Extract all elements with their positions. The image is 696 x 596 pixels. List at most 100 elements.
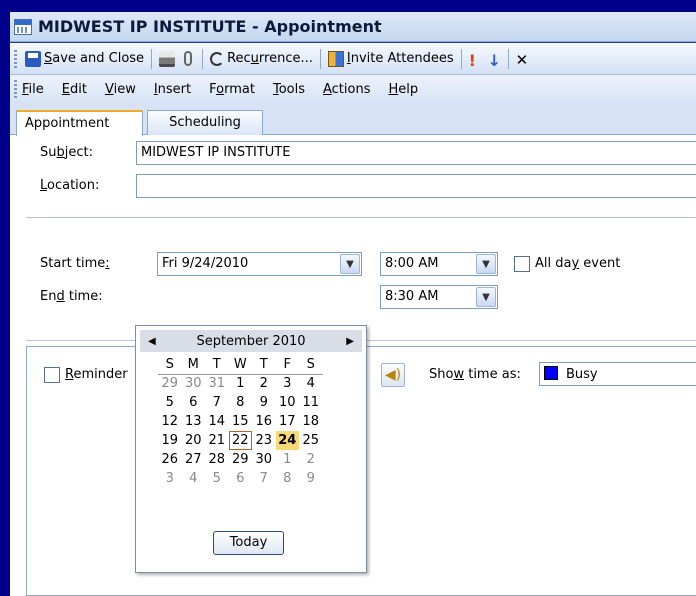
- calendar-day[interactable]: 5: [158, 393, 182, 412]
- calendar-day[interactable]: 26: [158, 450, 182, 469]
- menu-tools[interactable]: Tools: [273, 82, 305, 97]
- start-time-label: Start time:: [40, 256, 110, 271]
- end-time-dropdown-button[interactable]: ▼: [476, 287, 496, 307]
- calendar-week-row: 5 6 7 8 9 10 11: [158, 393, 323, 412]
- calendar-day[interactable]: 22: [228, 431, 252, 450]
- invite-attendees-icon: [327, 50, 344, 67]
- calendar-day[interactable]: 23: [252, 431, 276, 450]
- calendar-day[interactable]: 5: [205, 469, 229, 488]
- calendar-day[interactable]: 16: [252, 412, 276, 431]
- end-time-picker[interactable]: 8:30 AM ▼: [380, 285, 498, 309]
- calendar-day[interactable]: 30: [252, 450, 276, 469]
- menu-view[interactable]: View: [105, 82, 136, 97]
- calendar-day[interactable]: 10: [276, 393, 300, 412]
- start-time-picker[interactable]: 8:00 AM ▼: [380, 252, 498, 276]
- calendar-day[interactable]: 20: [182, 431, 206, 450]
- calendar-day[interactable]: 12: [158, 412, 182, 431]
- delete-button[interactable]: ✕: [513, 47, 532, 71]
- calendar-day[interactable]: 29: [158, 374, 182, 393]
- calendar-day[interactable]: 1: [276, 450, 300, 469]
- calendar-day[interactable]: 17: [276, 412, 300, 431]
- tab-scheduling[interactable]: Scheduling: [147, 110, 263, 135]
- weekday-header: W: [233, 357, 247, 373]
- calendar-day[interactable]: 8: [276, 469, 300, 488]
- save-icon: [25, 50, 41, 67]
- calendar-day[interactable]: 29: [229, 450, 253, 469]
- tab-strip: Appointment Scheduling: [10, 103, 696, 136]
- start-time-dropdown-button[interactable]: ▼: [476, 254, 496, 274]
- menu-actions[interactable]: Actions: [323, 82, 371, 97]
- location-field[interactable]: [136, 174, 696, 198]
- start-date-dropdown-button[interactable]: ▼: [340, 254, 360, 274]
- calendar-day[interactable]: 13: [182, 412, 206, 431]
- paperclip-icon: [184, 51, 193, 66]
- low-importance-button[interactable]: ↓: [485, 47, 504, 71]
- calendar-week-row: 26 27 28 29 30 1 2: [158, 450, 323, 469]
- calendar-day[interactable]: 28: [205, 450, 229, 469]
- calendar-day[interactable]: 6: [182, 393, 206, 412]
- calendar-day[interactable]: 2: [299, 450, 323, 469]
- chevron-down-icon: ▼: [482, 291, 490, 303]
- calendar-week-row: 12 13 14 15 16 17 18: [158, 412, 323, 431]
- today-button[interactable]: Today: [213, 531, 284, 555]
- toolbar-separator: [151, 48, 153, 69]
- calendar-day[interactable]: 6: [229, 469, 253, 488]
- calendar-day[interactable]: 21: [205, 431, 229, 450]
- menu-help[interactable]: Help: [388, 82, 418, 97]
- menu-insert[interactable]: Insert: [154, 82, 191, 97]
- calendar-day[interactable]: 18: [299, 412, 323, 431]
- toolbar-separator: [507, 48, 509, 69]
- invite-attendees-button[interactable]: Invite Attendees: [325, 47, 457, 71]
- start-date-picker[interactable]: Fri 9/24/2010 ▼: [157, 252, 362, 276]
- chevron-down-icon: ▼: [482, 258, 490, 270]
- subject-label: Subject:: [40, 145, 93, 160]
- next-month-icon[interactable]: ▶: [346, 336, 354, 347]
- print-button[interactable]: [156, 47, 181, 71]
- calendar-day[interactable]: 8: [229, 393, 253, 412]
- all-day-event-checkbox[interactable]: [514, 256, 530, 272]
- weekday-header: S: [306, 357, 315, 373]
- calendar-day[interactable]: 1: [229, 374, 253, 393]
- calendar-day[interactable]: 4: [299, 374, 323, 393]
- calendar-day[interactable]: 31: [205, 374, 229, 393]
- subject-field[interactable]: MIDWEST IP INSTITUTE: [136, 141, 696, 165]
- low-importance-icon: ↓: [487, 50, 502, 70]
- calendar-day[interactable]: 25: [299, 431, 323, 450]
- calendar-day[interactable]: 11: [299, 393, 323, 412]
- calendar-day[interactable]: 9: [252, 393, 276, 412]
- calendar-day[interactable]: 2: [252, 374, 276, 393]
- calendar-week-row: 29 30 31 1 2 3 4: [158, 374, 323, 393]
- calendar-day[interactable]: 9: [299, 469, 323, 488]
- calendar-day[interactable]: 30: [182, 374, 206, 393]
- calendar-day[interactable]: 27: [182, 450, 206, 469]
- attach-button[interactable]: [181, 47, 198, 71]
- recurrence-button[interactable]: Rec u rrence...: [207, 47, 316, 71]
- high-importance-button[interactable]: !: [466, 47, 485, 71]
- calendar-day[interactable]: 19: [158, 431, 182, 450]
- calendar-day[interactable]: 4: [182, 469, 206, 488]
- menu-format[interactable]: Format: [209, 82, 255, 97]
- calendar-day[interactable]: 3: [276, 374, 300, 393]
- date-picker-calendar: ◀ September 2010 ▶ SMTWTFS 29 30 31 1 2 3 4 5 6 7…: [135, 325, 367, 573]
- previous-month-icon[interactable]: ◀: [148, 336, 156, 347]
- menu-file[interactable]: File: [22, 82, 44, 97]
- toolbar-separator: [202, 48, 204, 69]
- menubar-grip[interactable]: [14, 80, 17, 98]
- toolbar-separator: [460, 48, 462, 69]
- menu-bar: File Edit View Insert Format Tools Actio…: [10, 75, 696, 103]
- toolbar-grip[interactable]: [14, 49, 17, 68]
- weekday-header: S: [165, 357, 174, 373]
- save-and-close-button[interactable]: Save and Close: [22, 47, 147, 71]
- calendar-day[interactable]: 24: [275, 431, 299, 450]
- menu-edit[interactable]: Edit: [62, 82, 87, 97]
- calendar-day[interactable]: 7: [205, 393, 229, 412]
- all-day-event-label[interactable]: All day event: [535, 256, 620, 271]
- calendar-day[interactable]: 15: [229, 412, 253, 431]
- calendar-day[interactable]: 3: [158, 469, 182, 488]
- tab-appointment[interactable]: Appointment: [16, 110, 143, 136]
- chevron-down-icon: ▼: [346, 258, 354, 270]
- calendar-day[interactable]: 14: [205, 412, 229, 431]
- calendar-day[interactable]: 7: [252, 469, 276, 488]
- section-divider: [26, 217, 696, 218]
- location-label: Location:: [40, 178, 100, 193]
